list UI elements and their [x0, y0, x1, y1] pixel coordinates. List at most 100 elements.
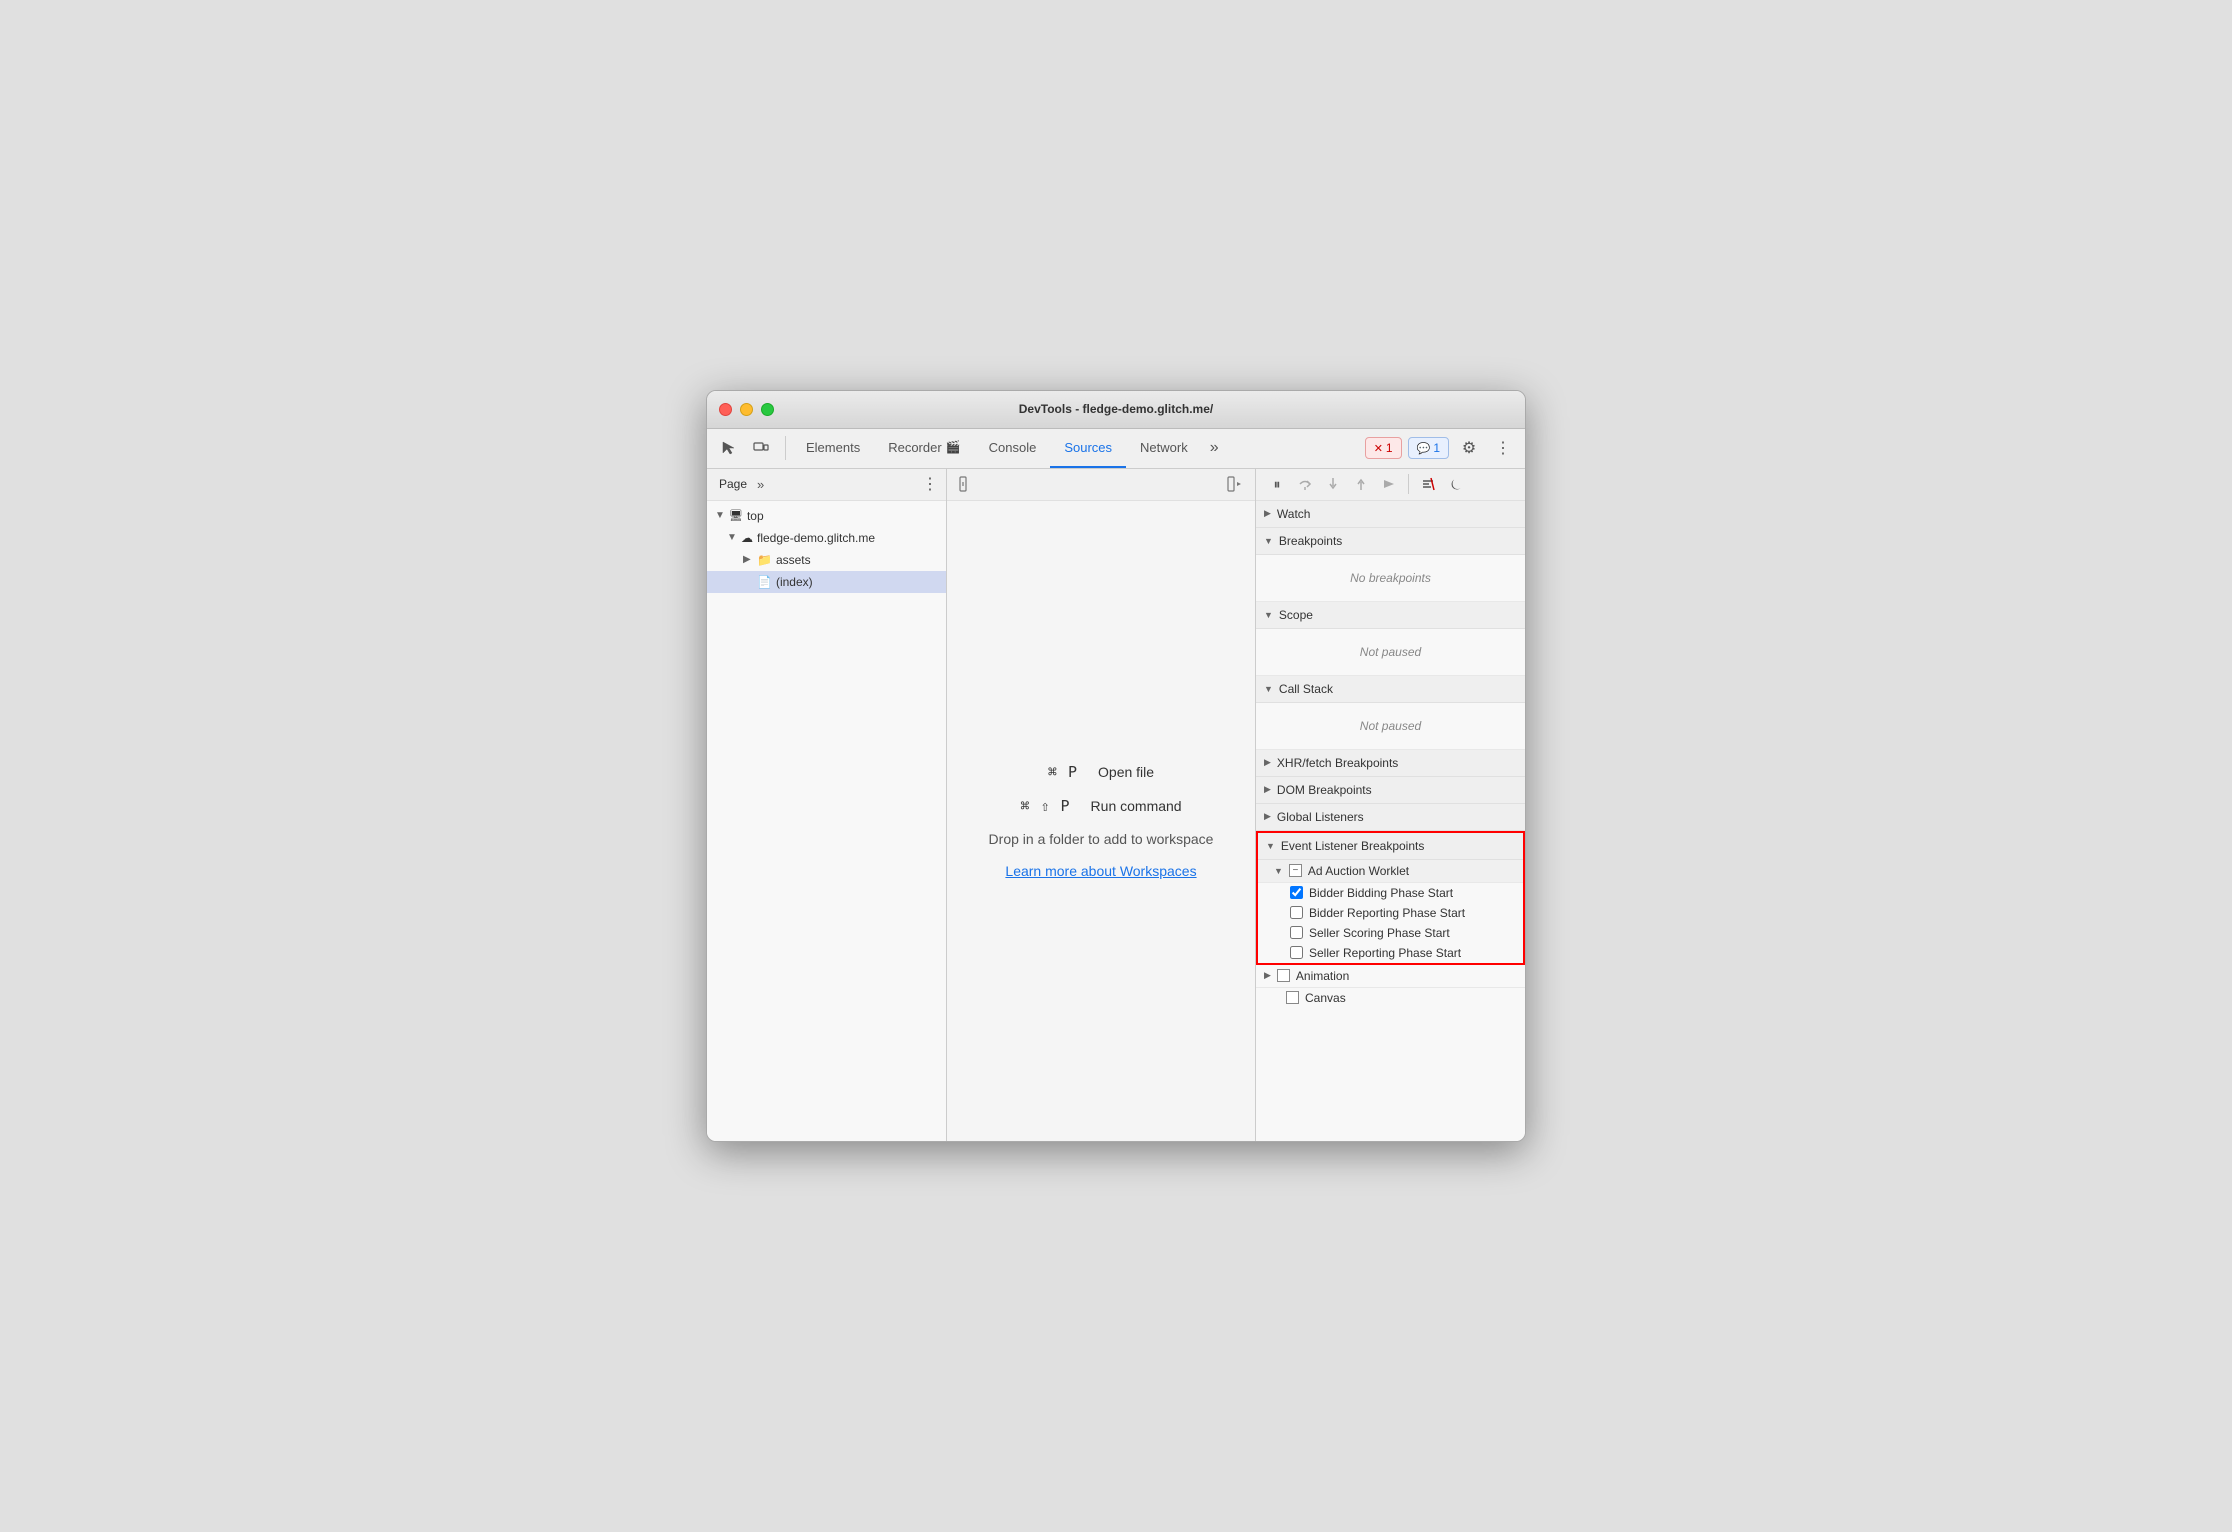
seller-scoring-label: Seller Scoring Phase Start: [1309, 926, 1450, 940]
animation-section[interactable]: ▶ Animation: [1256, 965, 1525, 988]
tab-sources[interactable]: Sources: [1050, 428, 1126, 468]
minimize-button[interactable]: [740, 403, 753, 416]
shortcut-open-file: ⌘ P Open file: [1048, 763, 1154, 781]
scope-section-header[interactable]: ▼ Scope: [1256, 602, 1525, 629]
watch-arrow-icon: ▶: [1264, 508, 1271, 519]
tab-console[interactable]: Console: [975, 428, 1051, 468]
bidder-bidding-checkbox[interactable]: [1290, 886, 1303, 899]
call-stack-arrow-icon: ▼: [1264, 684, 1273, 694]
bidder-reporting-item[interactable]: Bidder Reporting Phase Start: [1258, 903, 1523, 923]
event-listener-section: ▼ Event Listener Breakpoints ▼ − Ad Auct…: [1256, 831, 1525, 965]
info-count: 1: [1433, 441, 1440, 455]
error-count: 1: [1386, 441, 1393, 455]
device-toolbar-button[interactable]: [747, 434, 775, 462]
seller-reporting-checkbox[interactable]: [1290, 946, 1303, 959]
event-listener-arrow-icon: ▼: [1266, 841, 1275, 851]
run-command-label: Run command: [1091, 798, 1182, 814]
watch-section-header[interactable]: ▶ Watch: [1256, 501, 1525, 528]
tree-item-index[interactable]: 📄 (index): [707, 571, 946, 593]
animation-label: Animation: [1296, 969, 1349, 983]
select-tool-button[interactable]: [715, 434, 743, 462]
seller-reporting-label: Seller Reporting Phase Start: [1309, 946, 1461, 960]
debugger-toolbar: ⏸: [1256, 469, 1525, 501]
ad-auction-subsection: ▼ − Ad Auction Worklet Bidder Bidding Ph…: [1258, 860, 1523, 963]
close-button[interactable]: [719, 403, 732, 416]
error-icon: ✕: [1374, 442, 1383, 455]
panel-options-button[interactable]: ⋮: [922, 474, 938, 494]
no-breakpoints-text: No breakpoints: [1256, 563, 1525, 593]
info-badge-button[interactable]: 💬 1: [1408, 437, 1449, 459]
collapse-panel-button[interactable]: [955, 472, 979, 496]
call-stack-content: Not paused: [1256, 703, 1525, 750]
breakpoints-arrow-icon: ▼: [1264, 536, 1273, 546]
maximize-button[interactable]: [761, 403, 774, 416]
animation-checkbox-icon: [1277, 969, 1290, 982]
settings-button[interactable]: ⚙: [1455, 434, 1483, 462]
right-panel: ⏸: [1255, 469, 1525, 1141]
bidder-reporting-checkbox[interactable]: [1290, 906, 1303, 919]
breakpoints-section-header[interactable]: ▼ Breakpoints: [1256, 528, 1525, 555]
bidder-bidding-item[interactable]: Bidder Bidding Phase Start: [1258, 883, 1523, 903]
step-button[interactable]: [1376, 471, 1402, 497]
more-options-button[interactable]: ⋮: [1489, 434, 1517, 462]
ad-auction-minus-icon: −: [1289, 864, 1302, 877]
panel-toolbar: Page » ⋮: [707, 469, 946, 501]
scope-content: Not paused: [1256, 629, 1525, 676]
devtools-window: DevTools - fledge-demo.glitch.me/ Elemen…: [706, 390, 1526, 1142]
canvas-section[interactable]: Canvas: [1256, 988, 1525, 1008]
tab-recorder[interactable]: Recorder 🎬: [874, 428, 974, 468]
more-tabs-button[interactable]: »: [1202, 435, 1227, 461]
bidder-reporting-label: Bidder Reporting Phase Start: [1309, 906, 1465, 920]
toolbar-right: ✕ 1 💬 1 ⚙ ⋮: [1365, 434, 1517, 462]
page-tab[interactable]: Page: [715, 475, 751, 493]
workspace-text: Drop in a folder to add to workspace: [989, 831, 1214, 847]
tree-item-assets[interactable]: ▶ 📁 assets: [707, 549, 946, 571]
event-listener-section-header[interactable]: ▼ Event Listener Breakpoints: [1258, 833, 1523, 860]
run-snippet-button[interactable]: [1223, 472, 1247, 496]
panel-more-tabs[interactable]: »: [757, 477, 764, 492]
breakpoints-label: Breakpoints: [1279, 534, 1342, 548]
tab-elements[interactable]: Elements: [792, 428, 874, 468]
ad-auction-header[interactable]: ▼ − Ad Auction Worklet: [1258, 860, 1523, 883]
global-listeners-arrow-icon: ▶: [1264, 811, 1271, 822]
async-stepping-button[interactable]: ⏾: [1443, 471, 1469, 497]
call-stack-section-header[interactable]: ▼ Call Stack: [1256, 676, 1525, 703]
deactivate-breakpoints-button[interactable]: [1415, 471, 1441, 497]
call-stack-not-paused-text: Not paused: [1256, 711, 1525, 741]
toolbar-left: [715, 434, 792, 462]
tree-arrow-fledge: ▼: [727, 532, 741, 543]
main-toolbar: Elements Recorder 🎬 Console Sources Netw…: [707, 429, 1525, 469]
tree-label-top: top: [747, 509, 764, 523]
ad-auction-label: Ad Auction Worklet: [1308, 864, 1409, 878]
tree-item-fledge[interactable]: ▼ ☁ fledge-demo.glitch.me: [707, 527, 946, 549]
toolbar-divider: [785, 436, 786, 460]
seller-reporting-item[interactable]: Seller Reporting Phase Start: [1258, 943, 1523, 963]
canvas-checkbox-icon: [1286, 991, 1299, 1004]
scope-label: Scope: [1279, 608, 1313, 622]
error-badge-button[interactable]: ✕ 1: [1365, 437, 1402, 459]
step-over-button[interactable]: [1292, 471, 1318, 497]
editor-content: ⌘ P Open file ⌘ ⇧ P Run command Drop in …: [947, 501, 1255, 1141]
event-listener-label: Event Listener Breakpoints: [1281, 839, 1424, 853]
tab-network[interactable]: Network: [1126, 428, 1202, 468]
xhr-label: XHR/fetch Breakpoints: [1277, 756, 1398, 770]
left-panel: Page » ⋮ ▼ 🖥 top ▼ ☁ fledge-demo.glitch.…: [707, 469, 947, 1141]
step-into-button[interactable]: [1320, 471, 1346, 497]
tree-arrow-top: ▼: [715, 510, 729, 521]
global-listeners-section-header[interactable]: ▶ Global Listeners: [1256, 804, 1525, 831]
main-content: Page » ⋮ ▼ 🖥 top ▼ ☁ fledge-demo.glitch.…: [707, 469, 1525, 1141]
step-out-button[interactable]: [1348, 471, 1374, 497]
top-icon: 🖥: [729, 509, 743, 522]
assets-folder-icon: 📁: [757, 553, 772, 567]
dom-breakpoints-section-header[interactable]: ▶ DOM Breakpoints: [1256, 777, 1525, 804]
dom-arrow-icon: ▶: [1264, 784, 1271, 795]
seller-scoring-item[interactable]: Seller Scoring Phase Start: [1258, 923, 1523, 943]
workspace-link[interactable]: Learn more about Workspaces: [1005, 863, 1196, 879]
dom-breakpoints-label: DOM Breakpoints: [1277, 783, 1372, 797]
global-listeners-label: Global Listeners: [1277, 810, 1364, 824]
xhr-section-header[interactable]: ▶ XHR/fetch Breakpoints: [1256, 750, 1525, 777]
tree-item-top[interactable]: ▼ 🖥 top: [707, 505, 946, 527]
middle-panel: ⌘ P Open file ⌘ ⇧ P Run command Drop in …: [947, 469, 1255, 1141]
seller-scoring-checkbox[interactable]: [1290, 926, 1303, 939]
pause-button[interactable]: ⏸: [1264, 471, 1290, 497]
